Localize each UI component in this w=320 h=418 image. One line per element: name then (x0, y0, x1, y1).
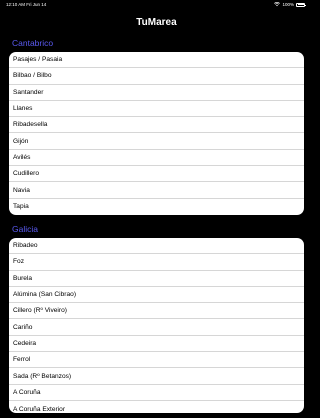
status-time: 12:10 AM (6, 2, 26, 7)
list-item[interactable]: Ribadeo (9, 238, 304, 255)
list-item[interactable]: Navia (9, 182, 304, 199)
list-item[interactable]: Burela (9, 271, 304, 287)
list-item[interactable]: Pasajes / Pasaia (9, 52, 304, 69)
status-left: 12:10 AM Fri Jun 14 (6, 2, 46, 7)
list-item[interactable]: Ribadesella (9, 117, 304, 134)
list-group-cantabrico: Pasajes / Pasaia Bilbao / Bilbo Santande… (9, 52, 304, 215)
nav-title: TuMarea (136, 17, 177, 28)
list-item[interactable]: Gijón (9, 133, 304, 150)
status-date: Fri Jun 14 (26, 2, 47, 7)
list-item[interactable]: Tapia (9, 199, 304, 215)
status-right: 100% (274, 1, 306, 8)
list-group-galicia: Ribadeo Foz Burela Alúmina (San Cibrao) … (9, 238, 304, 413)
wifi-icon (274, 1, 281, 8)
list-item[interactable]: Alúmina (San Cibrao) (9, 287, 304, 304)
list-item[interactable]: A Coruña Exterior (9, 401, 304, 413)
battery-fill (297, 4, 304, 6)
section-header-cantabrico: Cantabrico (12, 38, 54, 48)
status-bar: 12:10 AM Fri Jun 14 100% (0, 0, 313, 10)
nav-bar: TuMarea (0, 10, 313, 35)
list-item[interactable]: Cedeira (9, 336, 304, 353)
list-item[interactable]: Llanes (9, 101, 304, 118)
list-item[interactable]: Bilbao / Bilbo (9, 68, 304, 85)
list-item[interactable]: Sada (Rº Betanzos) (9, 368, 304, 385)
battery-percent: 100% (282, 2, 294, 8)
section-header-galicia: Galicia (12, 224, 38, 234)
list-item[interactable]: Cillero (Rº Viveiro) (9, 303, 304, 320)
battery-icon (296, 2, 306, 7)
list-item[interactable]: Foz (9, 254, 304, 271)
list-item[interactable]: Santander (9, 85, 304, 101)
list-item[interactable]: Cudillero (9, 166, 304, 183)
list-item[interactable]: Ferrol (9, 352, 304, 369)
list-item[interactable]: Avilés (9, 150, 304, 167)
list-item[interactable]: A Coruña (9, 385, 304, 401)
list-item[interactable]: Cariño (9, 319, 304, 336)
